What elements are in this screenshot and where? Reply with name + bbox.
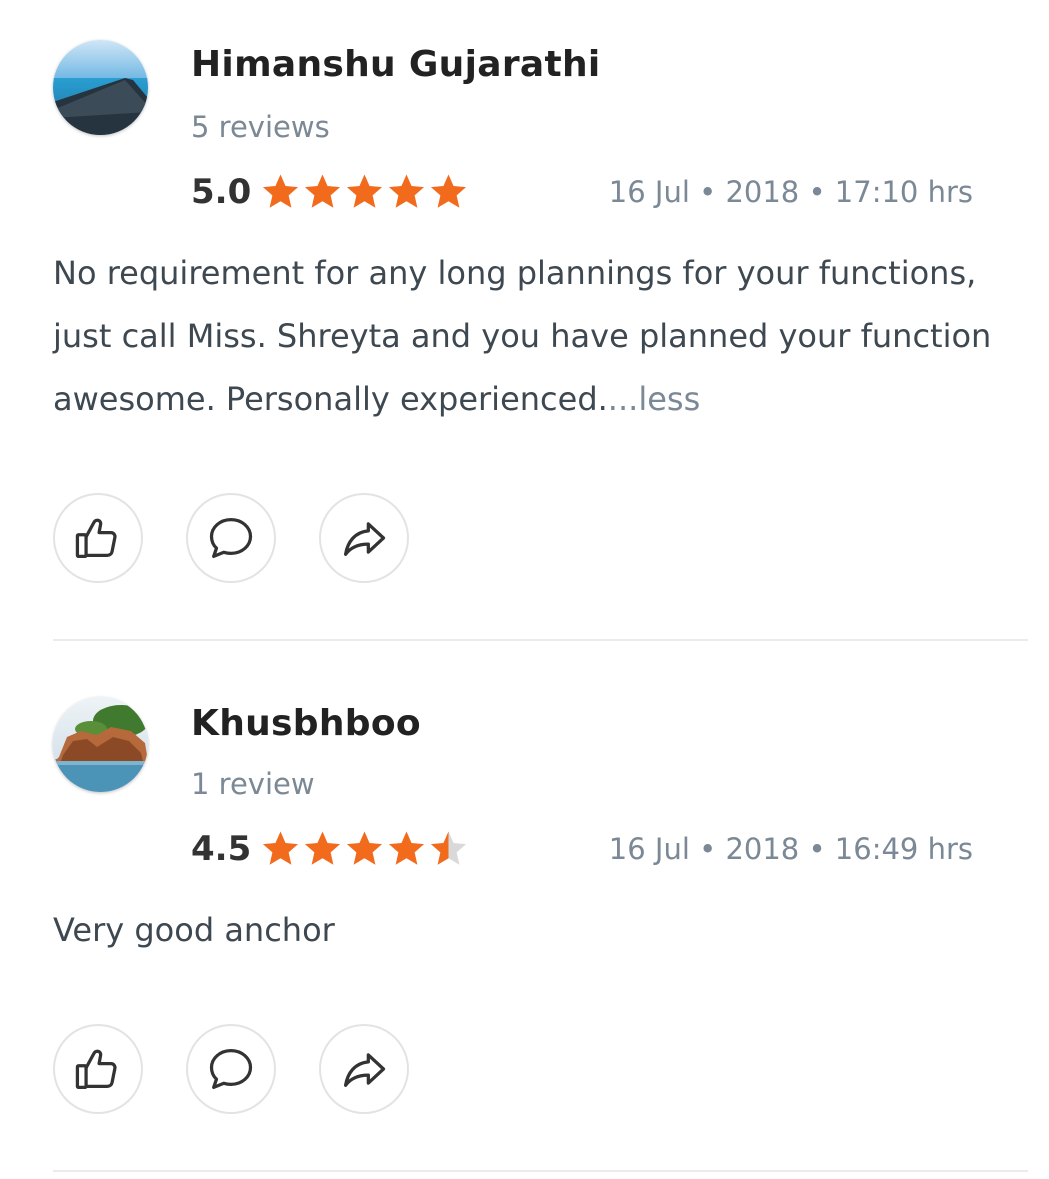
- share-arrow-icon: [343, 1053, 386, 1087]
- rating-row: 5.0 16 Jul • 2018 • 17:10 hrs: [191, 170, 981, 214]
- reviewer-name[interactable]: Khusbhboo: [191, 703, 421, 744]
- comment-bubble-icon: [209, 517, 253, 559]
- review-divider: [53, 639, 1028, 641]
- share-arrow-icon: [343, 522, 386, 556]
- read-less-link[interactable]: ...less: [608, 380, 700, 418]
- thumbs-up-icon: [75, 518, 117, 559]
- reviewer-avatar[interactable]: [53, 697, 148, 792]
- review-body: Very good anchor: [53, 911, 335, 949]
- star-icon: [262, 174, 299, 208]
- star-icon: [388, 831, 425, 865]
- star-icon: [262, 831, 299, 865]
- reviewer-review-count: 5 reviews: [191, 110, 330, 144]
- review-body: No requirement for any long plannings fo…: [53, 254, 992, 418]
- review-card: Khusbhboo 1 review 4.5 16 Jul • 2018 • 1…: [0, 642, 1049, 1172]
- star-icon: [346, 831, 383, 865]
- rating-row: 4.5 16 Jul • 2018 • 16:49 hrs: [191, 827, 981, 871]
- review-date: 16 Jul • 2018 • 17:10 hrs: [608, 175, 973, 209]
- star-rating: [261, 829, 468, 868]
- review-actions: [53, 493, 409, 583]
- review-card: Himanshu Gujarathi 5 reviews 5.0 16 Jul …: [0, 0, 1049, 641]
- review-text: No requirement for any long plannings fo…: [53, 242, 1028, 431]
- reviewer-review-count: 1 review: [191, 767, 315, 801]
- half-star-icon: [430, 831, 467, 865]
- rating-score: 5.0: [191, 172, 252, 212]
- reviewer-avatar[interactable]: [53, 40, 148, 135]
- comment-button[interactable]: [186, 493, 276, 583]
- comment-bubble-icon: [209, 1048, 253, 1090]
- like-button[interactable]: [53, 493, 143, 583]
- star-icon: [430, 174, 467, 208]
- thumbs-up-icon: [75, 1049, 117, 1090]
- review-text: Very good anchor: [53, 899, 1028, 962]
- star-icon: [388, 174, 425, 208]
- reviewer-name[interactable]: Himanshu Gujarathi: [191, 44, 601, 85]
- review-date: 16 Jul • 2018 • 16:49 hrs: [608, 832, 973, 866]
- star-rating: [261, 172, 468, 211]
- star-icon: [304, 174, 341, 208]
- rating-score: 4.5: [191, 829, 252, 869]
- star-icon: [346, 174, 383, 208]
- star-icon: [304, 831, 341, 865]
- comment-button[interactable]: [186, 1024, 276, 1114]
- share-button[interactable]: [319, 493, 409, 583]
- like-button[interactable]: [53, 1024, 143, 1114]
- share-button[interactable]: [319, 1024, 409, 1114]
- review-divider: [53, 1170, 1028, 1172]
- review-actions: [53, 1024, 409, 1114]
